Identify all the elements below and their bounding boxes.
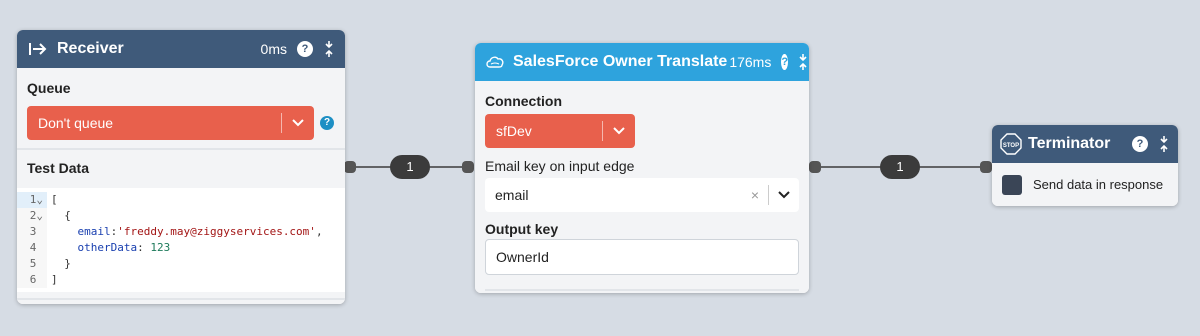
salesforce-translate-node[interactable]: SalesForce Owner Translate 176ms ? Conne… [475, 43, 809, 293]
line-number: 1⌄ [17, 192, 47, 208]
stop-sign-icon: STOP [1000, 133, 1022, 155]
section-divider [17, 298, 345, 300]
collapse-icon[interactable] [323, 40, 335, 58]
queue-label: Queue [27, 80, 71, 96]
code-text: { [51, 209, 71, 222]
queue-select-value: Don't queue [38, 115, 114, 131]
translate-header[interactable]: SalesForce Owner Translate 176ms ? [475, 43, 809, 81]
edge-count-badge[interactable]: 1 [390, 155, 430, 179]
code-line[interactable]: 1⌄ [ [17, 192, 345, 208]
line-number: 3 [17, 224, 47, 240]
test-data-code-editor[interactable]: 1⌄ [2⌄ {3 email:'freddy.may@ziggyservices… [17, 188, 345, 292]
terminator-header[interactable]: STOP Terminator ? [992, 125, 1178, 163]
code-line[interactable]: 6 ] [17, 272, 345, 288]
test-data-label: Test Data [27, 160, 89, 176]
connection-label: Connection [485, 93, 562, 109]
node-title: SalesForce Owner Translate [513, 53, 728, 70]
line-number: 5 [17, 256, 47, 272]
line-number: 2⌄ [17, 208, 47, 224]
node-run-time: 0ms [260, 41, 287, 57]
connection-select[interactable]: sfDev [485, 114, 635, 148]
email-key-label: Email key on input edge [485, 158, 635, 174]
code-line[interactable]: 5 } [17, 256, 345, 272]
terminator-input-port[interactable] [980, 161, 992, 173]
code-line[interactable]: 3 email:'freddy.may@ziggyservices.com', [17, 224, 345, 240]
output-key-input[interactable]: OwnerId [485, 239, 799, 275]
chevron-down-icon[interactable] [282, 119, 314, 127]
node-run-time: 176ms [729, 54, 772, 70]
queue-help-icon[interactable]: ? [320, 116, 334, 130]
collapse-icon[interactable] [798, 53, 808, 71]
code-text: ] [51, 273, 58, 286]
code-line[interactable]: 4 otherData: 123 [17, 240, 345, 256]
help-icon[interactable]: ? [297, 41, 313, 57]
code-line[interactable]: 2⌄ { [17, 208, 345, 224]
email-key-select[interactable]: email × [485, 178, 799, 212]
salesforce-cloud-icon [485, 55, 505, 69]
section-divider [17, 148, 345, 150]
queue-select[interactable]: Don't queue [27, 106, 314, 140]
code-text: [ [51, 193, 58, 206]
connection-select-value: sfDev [496, 123, 532, 139]
line-number: 6 [17, 272, 47, 288]
translate-body: Connection sfDev Email key on input edge… [475, 81, 809, 293]
chevron-down-icon[interactable] [769, 191, 799, 199]
terminator-body: Send data in response [992, 163, 1178, 206]
receiver-node[interactable]: Receiver 0ms ? Queue Don't queue ? Test … [17, 30, 345, 304]
receiver-body: Queue Don't queue ? Test Data 1⌄ [2⌄ {3 e… [17, 68, 345, 304]
terminator-node[interactable]: STOP Terminator ? Send data in response [992, 125, 1178, 206]
line-number: 4 [17, 240, 47, 256]
send-data-checkbox[interactable] [1002, 174, 1022, 195]
node-title: Terminator [1028, 135, 1111, 152]
code-text: otherData: 123 [77, 241, 171, 254]
node-title: Receiver [57, 40, 124, 57]
code-text: } [51, 257, 71, 270]
section-divider [485, 289, 799, 291]
output-key-value: OwnerId [496, 249, 549, 265]
receiver-header[interactable]: Receiver 0ms ? [17, 30, 345, 68]
send-data-label: Send data in response [1033, 177, 1164, 192]
clear-icon[interactable]: × [742, 187, 768, 203]
help-icon[interactable]: ? [781, 54, 789, 70]
translate-output-port[interactable] [809, 161, 821, 173]
email-key-value: email [495, 187, 529, 203]
code-text: email:'freddy.may@ziggyservices.com', [77, 225, 323, 238]
svg-text:STOP: STOP [1003, 143, 1019, 149]
enter-arrow-icon [27, 42, 49, 56]
help-icon[interactable]: ? [1132, 136, 1148, 152]
edge-count-badge[interactable]: 1 [880, 155, 920, 179]
chevron-down-icon[interactable] [603, 127, 635, 135]
translate-input-port[interactable] [462, 161, 474, 173]
output-key-label: Output key [485, 221, 559, 237]
receiver-output-port[interactable] [344, 161, 356, 173]
collapse-icon[interactable] [1158, 135, 1170, 153]
